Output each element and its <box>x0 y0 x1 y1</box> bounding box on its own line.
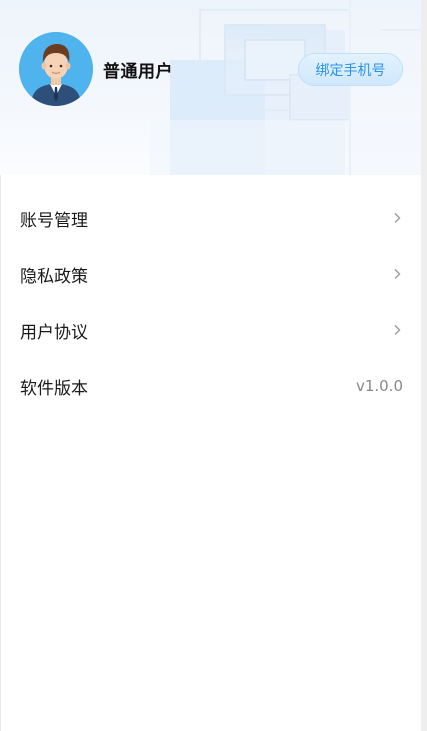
settings-page: 普通用户 绑定手机号 账号管理 隐私政策 用户协议 软件版本 v1.0.0 <box>0 0 421 731</box>
menu-item-label: 隐私政策 <box>20 266 88 287</box>
username-label: 普通用户 <box>103 61 173 82</box>
chevron-right-icon <box>391 324 403 336</box>
menu-item-privacy-policy[interactable]: 隐私政策 <box>0 246 421 302</box>
menu-item-label: 软件版本 <box>20 378 88 399</box>
bind-phone-button[interactable]: 绑定手机号 <box>298 53 403 86</box>
menu-item-software-version: 软件版本 v1.0.0 <box>0 358 421 414</box>
chevron-right-icon <box>391 212 403 224</box>
menu-item-account-management[interactable]: 账号管理 <box>0 190 421 246</box>
menu-item-label: 用户协议 <box>20 322 88 343</box>
header-decoration-illustration <box>150 0 421 175</box>
right-edge-strip <box>421 0 427 731</box>
profile-header: 普通用户 绑定手机号 <box>0 0 421 175</box>
settings-menu: 账号管理 隐私政策 用户协议 软件版本 v1.0.0 <box>0 190 421 414</box>
version-value: v1.0.0 <box>355 377 403 395</box>
menu-item-label: 账号管理 <box>20 210 88 231</box>
user-avatar-icon[interactable] <box>19 32 93 106</box>
chevron-right-icon <box>391 268 403 280</box>
menu-item-user-agreement[interactable]: 用户协议 <box>0 302 421 358</box>
user-profile: 普通用户 <box>19 32 173 106</box>
